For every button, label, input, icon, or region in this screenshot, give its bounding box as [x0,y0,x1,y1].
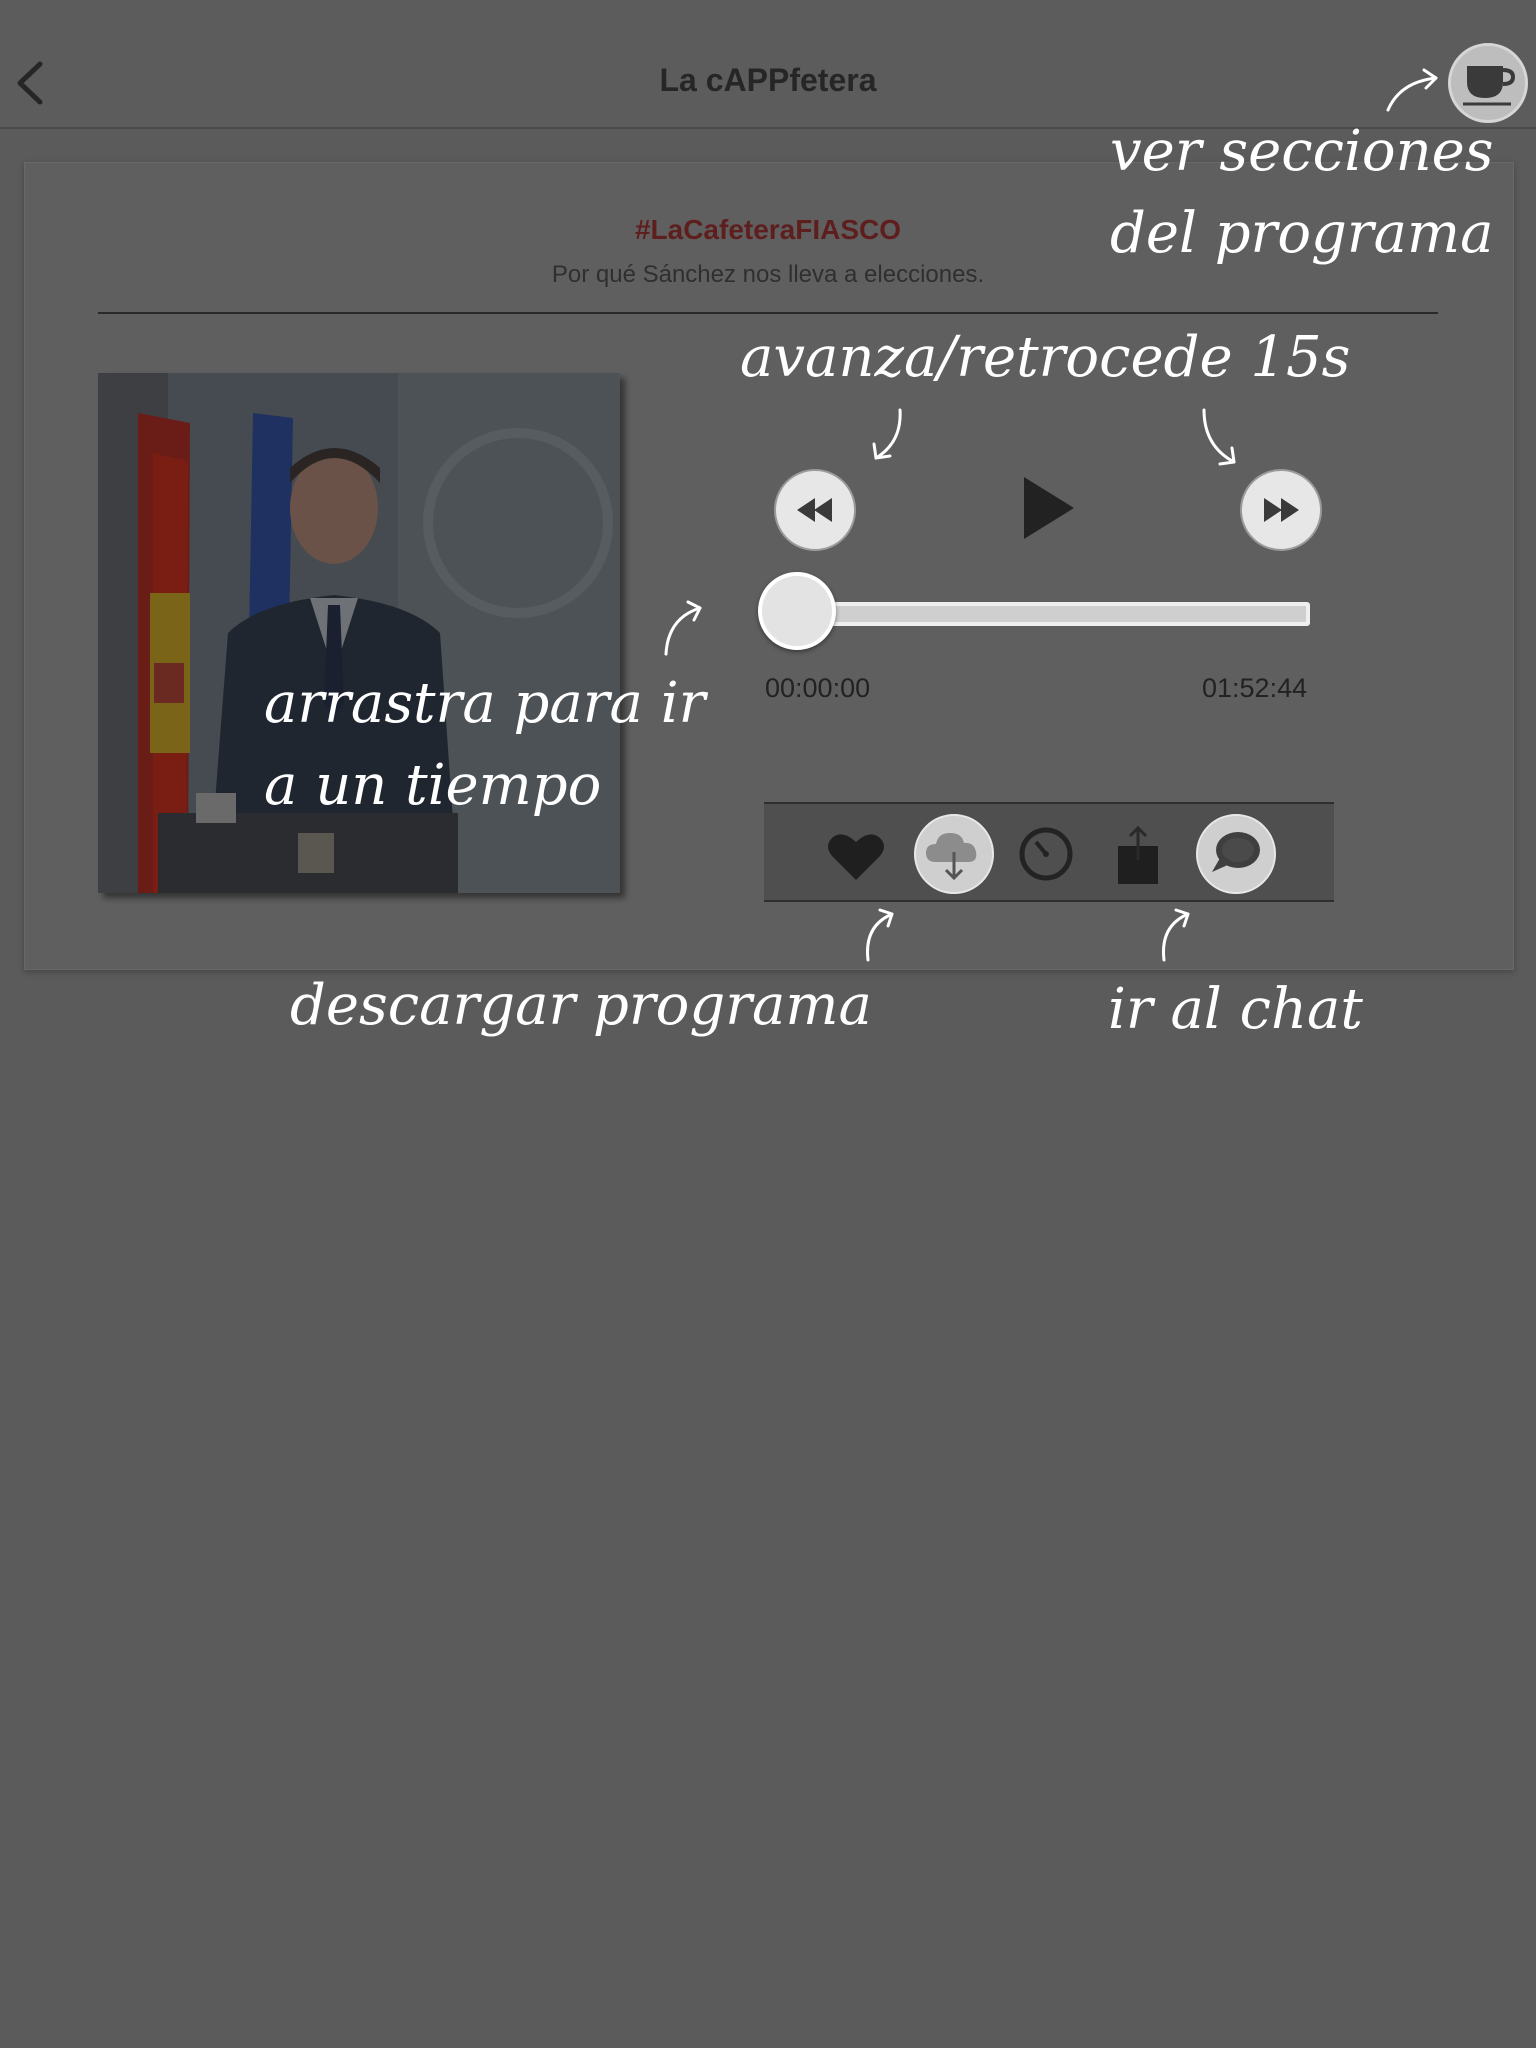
annotation-sections-line2: del programa [1110,201,1494,266]
annotation-drag-line1: arrastra para ir [264,671,706,736]
rewind-icon [797,498,832,522]
sections-button[interactable] [1448,43,1528,123]
chat-bubble-icon [1212,832,1260,872]
divider [98,312,1438,314]
coffee-cup-icon [1463,66,1516,106]
fast-forward-icon [1264,498,1299,522]
annotation-chat: ir al chat [1108,977,1363,1042]
play-icon [1024,477,1074,539]
cloud-download-icon [926,833,977,881]
navigation-bar: La cAPPfetera [0,0,1536,129]
progress-slider[interactable] [790,602,1310,626]
play-button[interactable] [1020,473,1080,543]
rewind-15s-button[interactable] [774,469,856,551]
sleep-timer-button[interactable] [1018,826,1074,882]
action-toolbar [764,802,1334,902]
arrow-to-slider-icon [664,600,702,656]
progress-slider-knob[interactable] [758,572,836,650]
download-button[interactable] [914,814,994,894]
timer-icon [1019,827,1073,881]
arrow-to-download-icon [866,908,894,962]
arrow-to-sections-icon [1386,68,1438,112]
arrow-to-rewind-icon [872,408,902,460]
total-duration: 01:52:44 [1202,673,1308,703]
elapsed-time: 00:00:00 [765,673,871,703]
arrow-to-chat-icon [1162,908,1190,962]
annotation-download: descargar programa [290,973,872,1038]
forward-15s-button[interactable] [1240,469,1322,551]
annotation-skip: avanza/retrocede 15s [740,325,1351,390]
favorite-button[interactable] [826,830,886,882]
share-icon [1118,825,1158,884]
page-title: La cAPPfetera [659,62,877,98]
heart-icon [828,834,884,880]
share-button[interactable] [1116,824,1160,886]
annotation-drag-line2: a un tiempo [264,753,602,818]
arrow-to-forward-icon [1202,408,1236,466]
chat-button[interactable] [1196,814,1276,894]
annotation-sections-line1: ver secciones [1110,119,1494,184]
